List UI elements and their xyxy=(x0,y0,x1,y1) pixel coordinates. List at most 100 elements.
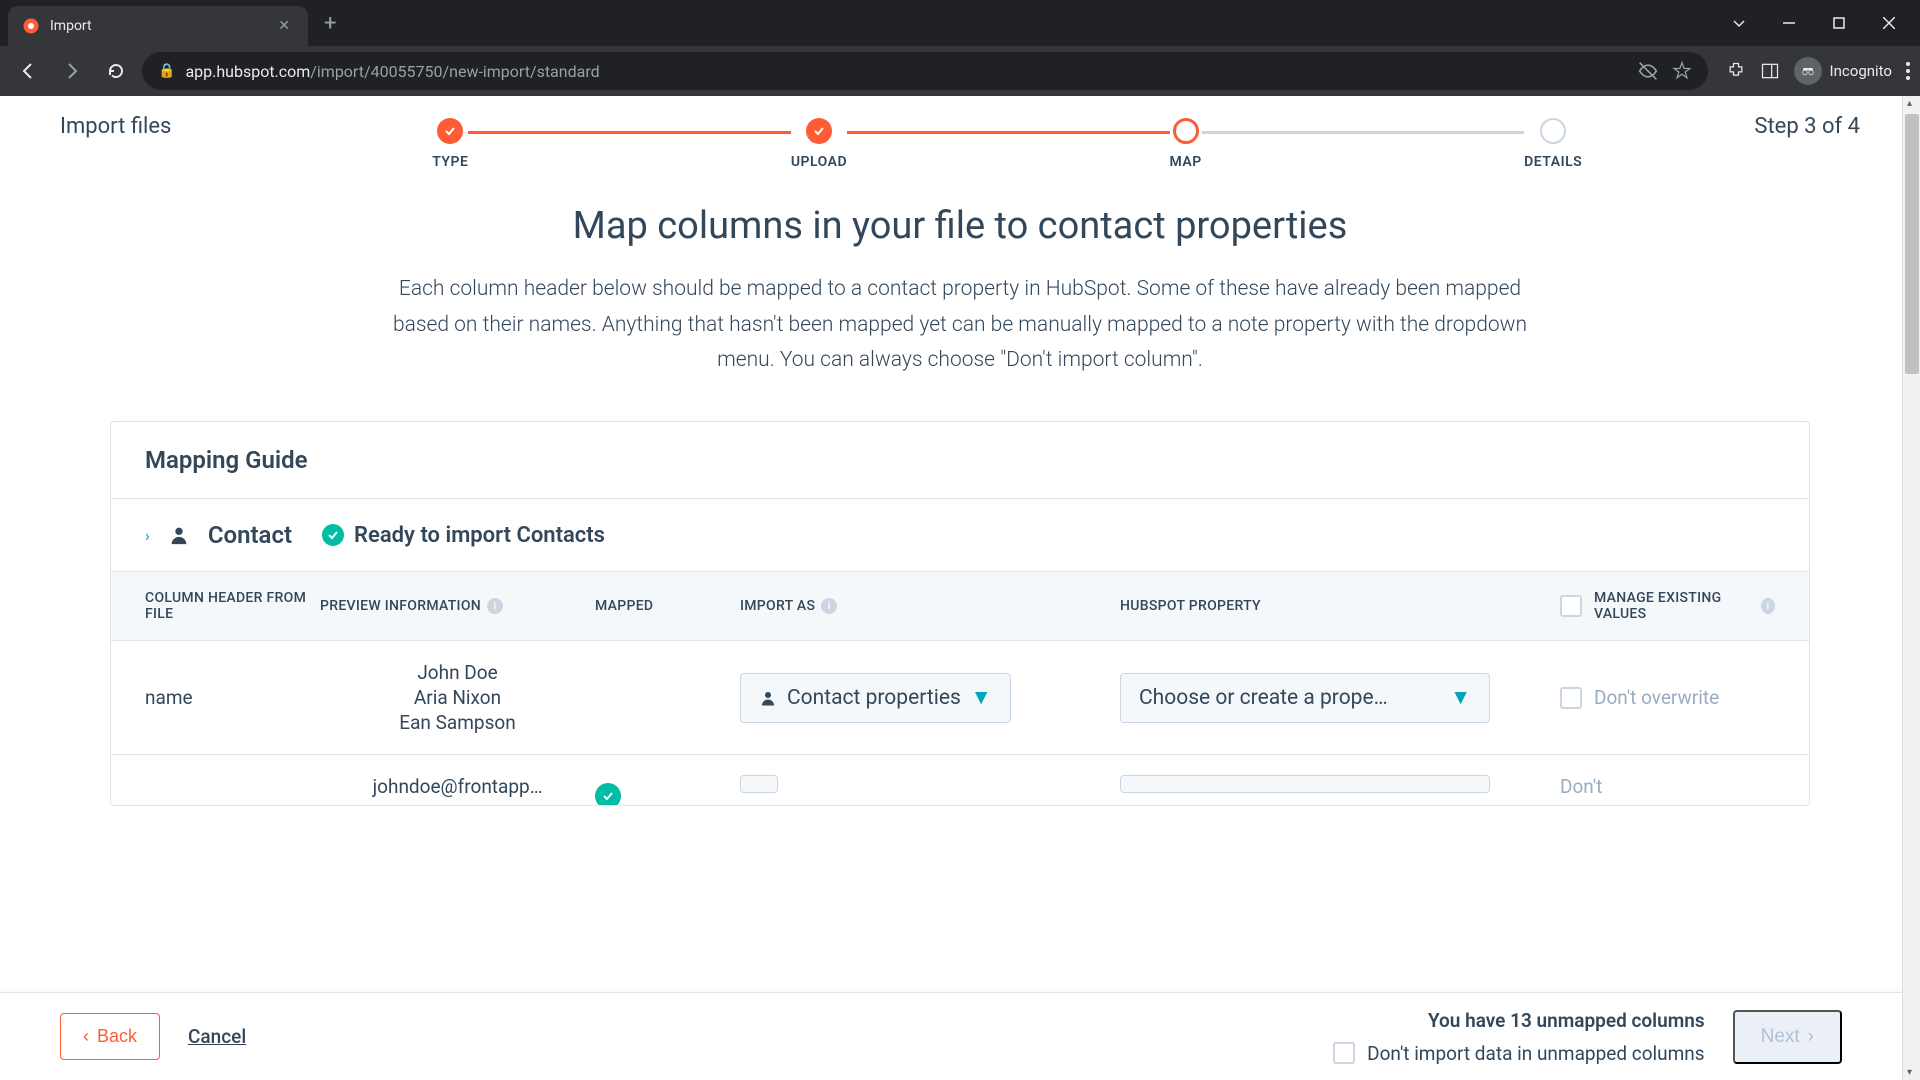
import-as-dropdown[interactable] xyxy=(740,775,778,793)
table-row: name John Doe Aria Nixon Ean Sampson Con… xyxy=(111,641,1809,755)
th-hubspot-property: HUBSPOT PROPERTY xyxy=(1120,598,1560,614)
footer-right: You have 13 unmapped columns Don't impor… xyxy=(1333,1009,1842,1065)
new-tab-button[interactable]: + xyxy=(308,11,352,36)
url-field[interactable]: 🔒 app.hubspot.com/import/40055750/new-im… xyxy=(142,52,1708,90)
step-done-icon xyxy=(437,118,463,144)
wizard-stepper: TYPE UPLOAD MAP DETAILS xyxy=(260,118,1754,170)
scroll-thumb[interactable] xyxy=(1905,114,1919,374)
th-column-header: COLUMN HEADER FROM FILE xyxy=(145,590,320,622)
content-description: Each column header below should be mappe… xyxy=(370,272,1550,379)
cell-mapped xyxy=(595,775,740,805)
incognito-icon xyxy=(1794,57,1822,85)
check-circle-icon xyxy=(322,524,344,546)
reload-icon[interactable] xyxy=(98,53,134,89)
table-header: COLUMN HEADER FROM FILE PREVIEW INFORMAT… xyxy=(111,572,1809,641)
cell-preview: johndoe@frontapp… xyxy=(320,775,595,798)
import-as-dropdown[interactable]: Contact properties ▼ xyxy=(740,673,1011,723)
vertical-scrollbar[interactable] xyxy=(1902,96,1920,1080)
step-counter: Step 3 of 4 xyxy=(1754,114,1860,139)
select-all-checkbox[interactable] xyxy=(1560,595,1582,617)
cell-property: Choose or create a prope… ▼ xyxy=(1120,673,1560,723)
incognito-label: Incognito xyxy=(1830,62,1892,80)
unmapped-info: You have 13 unmapped columns Don't impor… xyxy=(1333,1009,1704,1065)
th-mapped: MAPPED xyxy=(595,598,740,614)
close-window-icon[interactable] xyxy=(1866,3,1912,43)
manage-text: Don't overwrite xyxy=(1594,686,1719,709)
close-tab-icon[interactable]: ✕ xyxy=(274,16,294,36)
accordion-contact[interactable]: › Contact Ready to import Contacts xyxy=(111,499,1809,572)
panel-title: Mapping Guide xyxy=(111,422,1809,499)
kebab-menu-icon[interactable] xyxy=(1906,62,1910,80)
overwrite-checkbox[interactable] xyxy=(1560,687,1582,709)
tab-search-icon[interactable] xyxy=(1716,3,1762,43)
browser-chrome: Import ✕ + 🔒 app.hubspot.com/import/4005… xyxy=(0,0,1920,96)
page-title: Import files xyxy=(60,114,260,139)
cancel-button[interactable]: Cancel xyxy=(188,1025,246,1048)
contact-icon xyxy=(168,524,190,546)
step-current-icon xyxy=(1173,118,1199,144)
info-icon[interactable]: i xyxy=(487,598,503,614)
footer-bar: ‹ Back Cancel You have 13 unmapped colum… xyxy=(0,992,1902,1080)
extensions-icon[interactable] xyxy=(1726,61,1746,81)
eye-off-icon[interactable] xyxy=(1638,61,1658,81)
window-controls xyxy=(1716,3,1920,43)
maximize-icon[interactable] xyxy=(1816,3,1862,43)
browser-tab[interactable]: Import ✕ xyxy=(8,6,308,46)
caret-down-icon: ▼ xyxy=(971,686,992,710)
back-button[interactable]: ‹ Back xyxy=(60,1013,160,1060)
step-map: MAP xyxy=(1170,118,1202,170)
page-content: Import files TYPE UPLOAD MAP xyxy=(0,96,1920,1080)
th-preview: PREVIEW INFORMATIONi xyxy=(320,598,595,614)
info-icon[interactable]: i xyxy=(1761,598,1775,614)
th-import-as: IMPORT ASi xyxy=(740,598,1120,614)
page-header: Import files TYPE UPLOAD MAP xyxy=(0,96,1920,170)
table-row: johndoe@frontapp… Don't xyxy=(111,755,1809,805)
mapped-check-icon xyxy=(595,783,621,805)
star-icon[interactable] xyxy=(1672,61,1692,81)
step-type: TYPE xyxy=(432,118,468,170)
forward-nav-icon[interactable] xyxy=(54,53,90,89)
unmapped-title: You have 13 unmapped columns xyxy=(1428,1009,1705,1032)
th-manage: MANAGE EXISTING VALUESi xyxy=(1560,590,1775,622)
step-pending-icon xyxy=(1540,118,1566,144)
chevron-right-icon: › xyxy=(1808,1026,1814,1048)
ready-text: Ready to import Contacts xyxy=(354,523,605,548)
property-dropdown[interactable]: Choose or create a prope… ▼ xyxy=(1120,673,1490,723)
chevron-left-icon: ‹ xyxy=(83,1026,89,1047)
caret-down-icon: ▼ xyxy=(1450,686,1471,710)
cell-import-as: Contact properties ▼ xyxy=(740,673,1120,723)
back-nav-icon[interactable] xyxy=(10,53,46,89)
sidepanel-icon[interactable] xyxy=(1760,61,1780,81)
cell-manage: Don't xyxy=(1560,775,1775,798)
manage-text: Don't xyxy=(1560,775,1602,798)
contact-icon xyxy=(759,689,777,707)
skip-unmapped-checkbox[interactable] xyxy=(1333,1042,1355,1064)
main-content: Map columns in your file to contact prop… xyxy=(0,170,1920,806)
minimize-icon[interactable] xyxy=(1766,3,1812,43)
cell-import-as xyxy=(740,775,1120,793)
hubspot-favicon xyxy=(22,17,40,35)
accordion-label: Contact xyxy=(208,521,292,549)
address-bar: 🔒 app.hubspot.com/import/40055750/new-im… xyxy=(0,46,1920,96)
cell-property xyxy=(1120,775,1560,793)
cell-manage: Don't overwrite xyxy=(1560,686,1775,709)
property-dropdown[interactable] xyxy=(1120,775,1490,793)
unmapped-checkbox-row[interactable]: Don't import data in unmapped columns xyxy=(1333,1042,1704,1065)
tab-title: Import xyxy=(50,18,264,34)
content-title: Map columns in your file to contact prop… xyxy=(110,204,1810,248)
chevron-right-icon: › xyxy=(145,526,150,545)
next-button[interactable]: Next › xyxy=(1733,1010,1842,1064)
cell-header: name xyxy=(145,686,320,709)
toolbar-right: Incognito xyxy=(1716,57,1910,85)
incognito-badge[interactable]: Incognito xyxy=(1794,57,1892,85)
step-upload: UPLOAD xyxy=(791,118,847,170)
tab-bar: Import ✕ + xyxy=(0,0,1920,46)
step-done-icon xyxy=(806,118,832,144)
info-icon[interactable]: i xyxy=(821,598,837,614)
lock-icon: 🔒 xyxy=(158,63,175,79)
mapping-panel: Mapping Guide › Contact Ready to import … xyxy=(110,421,1810,806)
ready-badge: Ready to import Contacts xyxy=(322,523,605,548)
cell-preview: John Doe Aria Nixon Ean Sampson xyxy=(320,661,595,734)
step-details: DETAILS xyxy=(1524,118,1582,170)
url-text: app.hubspot.com/import/40055750/new-impo… xyxy=(185,62,599,81)
